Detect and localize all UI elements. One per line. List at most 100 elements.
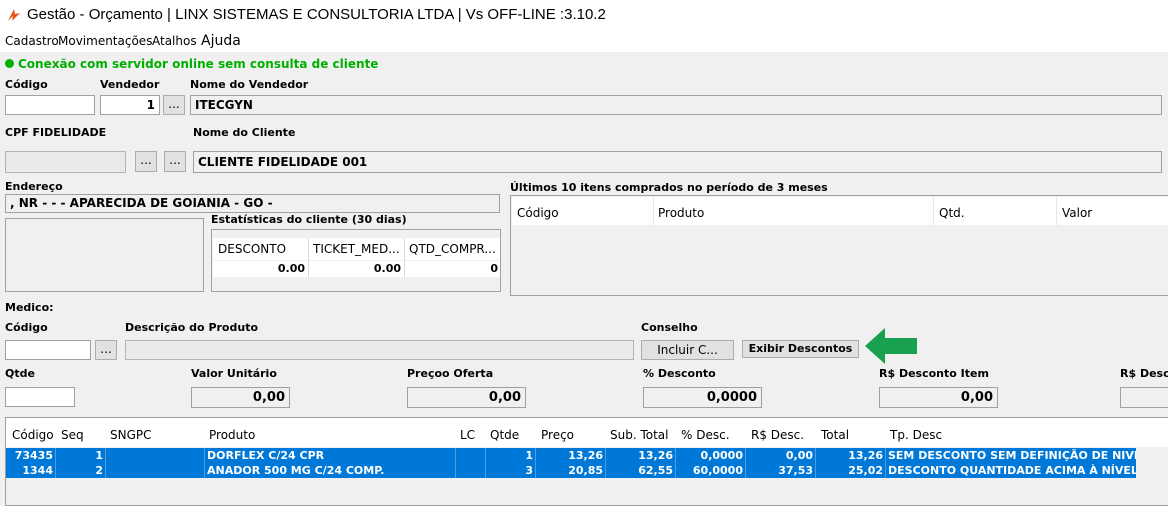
desconto-item-field: 0,00 [879,387,998,408]
app-logo-icon [6,7,22,26]
desconto-truncated-label: R$ Desco [1120,367,1168,380]
divider [308,261,309,277]
medico-label: Medico: [5,301,54,314]
grid-col-codigo[interactable]: Código [12,428,54,442]
qtde-input[interactable] [5,387,75,407]
cell-codigo: 73435 [6,448,56,463]
stats-value-ticket: 0.00 [373,262,401,275]
exibir-descontos-button[interactable]: Exibir Descontos [742,340,859,358]
endereco-field: , NR - - - APARECIDA DE GOIANIA - GO - [5,194,500,213]
menu-cadastro[interactable]: Cadastro [5,34,59,48]
cpf-lookup-button[interactable]: ... [135,151,157,172]
menu-bar: Cadastro Movimentações Atalhos Ajuda [0,30,1168,52]
stats-panel: DESCONTO TICKET_MED... QTD_COMPR... 0.00… [211,229,501,292]
last-items-title: Últimos 10 itens comprados no período de… [510,181,828,194]
desconto-pct-field: 0,0000 [643,387,762,408]
vendedor-label: Vendedor [100,78,160,91]
divider [308,238,309,260]
title-bar: Gestão - Orçamento | LINX SISTEMAS E CON… [0,0,1168,30]
produto-codigo-input[interactable] [5,340,91,360]
nome-vendedor-label: Nome do Vendedor [190,78,309,91]
cell-total: 25,02 [816,463,886,478]
incluir-button[interactable]: Incluir C... [641,340,734,360]
cell-lc [456,463,486,478]
divider [1056,197,1057,225]
cell-qtde: 1 [486,448,536,463]
cell-seq: 2 [56,463,106,478]
grid-col-subtotal[interactable]: Sub. Total [610,428,669,442]
last-items-header: Código Produto Qtd. Valor [512,197,1168,225]
grid-col-seq[interactable]: Seq [61,428,84,442]
cell-qtde: 3 [486,463,536,478]
grid-col-preco[interactable]: Preço [541,428,574,442]
menu-movimentacoes[interactable]: Movimentações [58,34,152,48]
green-arrow-icon [863,326,919,369]
stats-header-row: DESCONTO TICKET_MED... QTD_COMPR... [213,238,500,260]
codigo-input[interactable] [5,95,95,115]
endereco-label: Endereço [5,180,63,193]
vendedor-lookup-button[interactable]: ... [163,95,185,115]
produto-lookup-button[interactable]: ... [95,340,117,360]
menu-ajuda[interactable]: Ajuda [201,33,241,49]
cell-desc-rs: 37,53 [746,463,816,478]
vendedor-input[interactable]: 1 [100,95,160,115]
cliente-lookup-button[interactable]: ... [164,151,186,172]
cell-tp-desc: SEM DESCONTO SEM DEFINIÇÃO DE NIVEL [888,449,1136,462]
codigo-label: Código [5,78,48,91]
cpf-label: CPF FIDELIDADE [5,126,107,139]
cell-lc [456,448,486,463]
desconto-pct-label: % Desconto [643,367,716,380]
connection-status: Conexão com servidor online sem consulta… [18,57,379,71]
cell-produto: DORFLEX C/24 CPR [205,448,456,463]
stats-col-qtd: QTD_COMPR... [409,242,496,256]
last-items-col-produto: Produto [658,206,705,220]
grid-col-qtde[interactable]: Qtde [490,428,519,442]
stats-col-desconto: DESCONTO [218,242,287,256]
grid-col-total[interactable]: Total [821,428,849,442]
table-row[interactable]: 73435 1 DORFLEX C/24 CPR 1 13,26 13,26 0… [6,448,1136,463]
grid-col-tp-desc[interactable]: Tp. Desc [890,428,942,442]
stats-col-ticket: TICKET_MED... [313,242,400,256]
desconto-item-label: R$ Desconto Item [879,367,989,380]
items-grid-header: Código Seq SNGPC Produto LC Qtde Preço S… [6,418,1168,447]
status-dot-icon [5,59,14,68]
last-items-col-valor: Valor [1062,206,1093,220]
conselho-label: Conselho [641,321,698,334]
nome-cliente-label: Nome do Cliente [193,126,296,139]
stats-title: Estatísticas do cliente (30 dias) [211,213,407,226]
cell-sngpc [106,448,205,463]
cell-codigo: 1344 [6,463,56,478]
menu-atalhos[interactable]: Atalhos [152,34,197,48]
grid-col-desc-rs[interactable]: R$ Desc. [751,428,804,442]
grid-col-lc[interactable]: LC [460,428,475,442]
cell-seq: 1 [56,448,106,463]
cell-sngpc [106,463,205,478]
grid-col-desc-pct[interactable]: % Desc. [681,428,730,442]
cell-total: 13,26 [816,448,886,463]
divider [404,238,405,260]
nome-vendedor-field: ITECGYN [190,95,1162,115]
last-items-col-qtd: Qtd. [939,206,965,220]
stats-values-row: 0.00 0.00 0 [213,261,500,277]
divider [933,197,934,225]
nome-cliente-field: CLIENTE FIDELIDADE 001 [193,151,1162,173]
stats-value-qtd: 0 [490,262,498,275]
cell-subtotal: 13,26 [606,448,676,463]
cell-tp-desc: DESCONTO QUANTIDADE ACIMA À NÍVEL DE... [888,464,1136,477]
grid-col-sngpc[interactable]: SNGPC [110,428,152,442]
preco-oferta-label: Preçoo Oferta [407,367,494,380]
table-row[interactable]: 1344 2 ANADOR 500 MG C/24 COMP. 3 20,85 … [6,463,1136,478]
window-title: Gestão - Orçamento | LINX SISTEMAS E CON… [27,6,606,23]
items-grid: Código Seq SNGPC Produto LC Qtde Preço S… [5,417,1168,506]
cell-desc-rs: 0,00 [746,448,816,463]
stats-value-desconto: 0.00 [277,262,305,275]
last-items-panel: Código Produto Qtd. Valor [510,195,1168,296]
desconto-truncated-field [1120,387,1168,408]
preco-oferta-field: 0,00 [407,387,526,408]
cell-desc-pct: 0,0000 [676,448,746,463]
cell-preco: 20,85 [536,463,606,478]
divider [653,197,654,225]
grid-col-produto[interactable]: Produto [209,428,255,442]
valor-unitario-field: 0,00 [191,387,290,408]
cpf-input[interactable] [5,151,126,173]
